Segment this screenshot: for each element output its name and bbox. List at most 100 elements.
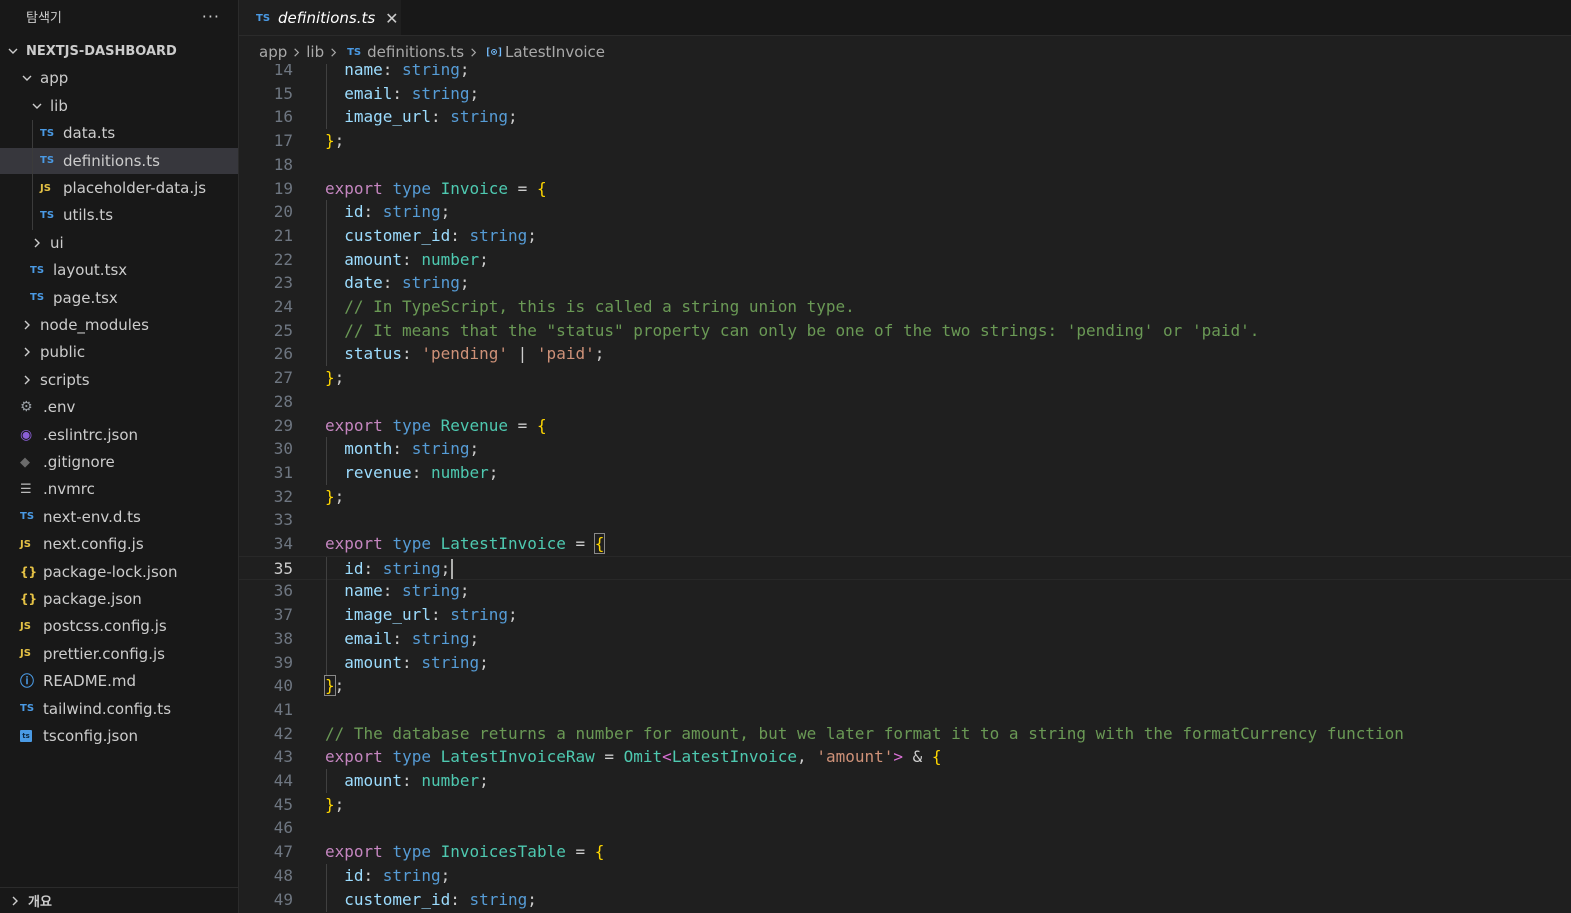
folder-item[interactable]: ui	[0, 230, 238, 256]
file-item[interactable]: TS tailwind.config.ts	[0, 696, 238, 722]
tree-item-label: scripts	[40, 370, 90, 389]
breadcrumb-file[interactable]: definitions.ts	[367, 43, 464, 61]
code-line[interactable]: 21 customer_id: string;	[239, 223, 1571, 248]
code-text: };	[325, 485, 344, 509]
code-line[interactable]: 39 amount: string;	[239, 650, 1571, 675]
close-icon[interactable]: ✕	[385, 9, 398, 28]
code-line[interactable]: 25 // It means that the "status" property…	[239, 318, 1571, 343]
code-line[interactable]: 46	[239, 816, 1571, 840]
code-line[interactable]: 32};	[239, 485, 1571, 509]
file-item[interactable]: ⚙ .env	[0, 394, 238, 420]
file-item[interactable]: ts tsconfig.json	[0, 723, 238, 749]
code-line[interactable]: 23 date: string;	[239, 271, 1571, 296]
file-item[interactable]: JS next.config.js	[0, 531, 238, 557]
code-token: {	[536, 178, 547, 198]
line-number: 39	[273, 652, 293, 672]
code-token: export	[325, 842, 383, 862]
code-token: :	[430, 605, 451, 625]
code-line[interactable]: 16 image_url: string;	[239, 105, 1571, 130]
folder-item[interactable]: app	[0, 65, 238, 91]
code-token: ;	[469, 439, 480, 459]
file-item[interactable]: TS utils.ts	[0, 202, 238, 228]
code-line[interactable]: 22 amount: number;	[239, 247, 1571, 272]
file-item[interactable]: TS page.tsx	[0, 285, 238, 311]
code-line[interactable]: 34 export type LatestInvoice = {	[239, 532, 1571, 556]
code-line[interactable]: 37 image_url: string;	[239, 603, 1571, 628]
tree-item-label: definitions.ts	[63, 151, 160, 170]
code-line[interactable]: 47 export type InvoicesTable = {	[239, 840, 1571, 864]
more-actions-button[interactable]: ···	[202, 7, 220, 26]
line-number: 24	[273, 297, 293, 316]
code-line[interactable]: 36 name: string;	[239, 579, 1571, 604]
file-item[interactable]: ⓘ README.md	[0, 668, 238, 694]
code-line[interactable]: 45};	[239, 793, 1571, 817]
code-token: ;	[459, 581, 470, 601]
typescript-file-icon: TS	[256, 12, 271, 24]
code-token: :	[382, 581, 403, 601]
code-token: }	[325, 368, 335, 388]
code-line[interactable]: 26 status: 'pending' | 'paid';	[239, 342, 1571, 367]
line-number: 48	[273, 865, 293, 885]
chevron-right-icon	[328, 47, 339, 58]
code-line[interactable]: 15 email: string;	[239, 81, 1571, 106]
folder-item[interactable]: public	[0, 339, 238, 365]
breadcrumb-app[interactable]: app	[259, 43, 287, 61]
file-item[interactable]: TS layout.tsx	[0, 257, 238, 283]
code-line[interactable]: 33	[239, 508, 1571, 532]
code-line[interactable]: 30 month: string;	[239, 437, 1571, 462]
file-item[interactable]: {} package.json	[0, 586, 238, 612]
code-token: number	[421, 249, 480, 269]
code-line[interactable]: 29 export type Revenue = {	[239, 414, 1571, 438]
code-line[interactable]: 43 export type LatestInvoiceRaw = Omit<La…	[239, 745, 1571, 769]
code-token: :	[392, 439, 412, 459]
code-line[interactable]: 18	[239, 153, 1571, 177]
code-text: export type LatestInvoice = {	[325, 532, 606, 556]
code-token: ;	[527, 225, 537, 245]
line-number: 25	[273, 320, 293, 340]
breadcrumb-symbol[interactable]: LatestInvoice	[505, 43, 605, 61]
file-item[interactable]: TS definitions.ts	[0, 147, 238, 174]
tab-definitions-ts[interactable]: TS definitions.ts ✕	[239, 0, 401, 35]
code-editor[interactable]: 14 name: string; 15 email: string; 16 image_u…	[239, 64, 1571, 913]
file-item[interactable]: JS postcss.config.js	[0, 613, 238, 639]
code-line[interactable]: 19 export type Invoice = {	[239, 177, 1571, 201]
file-item[interactable]: TS next-env.d.ts	[0, 504, 238, 530]
folder-item[interactable]: node_modules	[0, 312, 238, 338]
code-line[interactable]: 35 id: string;	[239, 555, 1571, 581]
indent-guide	[326, 650, 327, 675]
code-line[interactable]: 27};	[239, 366, 1571, 390]
code-line[interactable]: 38 email: string;	[239, 626, 1571, 651]
code-line[interactable]: 44 amount: number;	[239, 769, 1571, 793]
code-token: export	[325, 747, 383, 767]
code-line[interactable]: 28	[239, 390, 1571, 414]
file-item[interactable]: ◆ .gitignore	[0, 449, 238, 475]
outline-section[interactable]: 개요	[0, 887, 238, 913]
line-number: 32	[273, 486, 293, 506]
file-item[interactable]: ◉ .eslintrc.json	[0, 422, 238, 448]
file-item[interactable]: ☰ .nvmrc	[0, 476, 238, 502]
code-line[interactable]: 20 id: string;	[239, 200, 1571, 225]
code-line[interactable]: 40};	[239, 674, 1571, 698]
breadcrumb-lib[interactable]: lib	[306, 43, 324, 61]
indent-guide	[32, 120, 33, 230]
code-line[interactable]: 49 customer_id: string;	[239, 887, 1571, 912]
file-item[interactable]: TS data.ts	[0, 120, 238, 146]
code-text: // The database returns a number for amo…	[325, 722, 1404, 746]
code-token: :	[363, 865, 383, 885]
code-line[interactable]: 42 // The database returns a number for a…	[239, 722, 1571, 746]
code-line[interactable]: 31 revenue: number;	[239, 460, 1571, 485]
folder-item[interactable]: scripts	[0, 367, 238, 393]
file-item[interactable]: JS placeholder-data.js	[0, 175, 238, 201]
indent-guide	[326, 579, 327, 604]
folder-item[interactable]: lib	[0, 93, 238, 119]
code-token: :	[363, 202, 383, 222]
ts-file-icon: TS	[30, 264, 45, 276]
code-line[interactable]: 41	[239, 698, 1571, 722]
project-root[interactable]: NEXTJS-DASHBOARD	[0, 38, 238, 64]
file-item[interactable]: JS prettier.config.js	[0, 641, 238, 667]
file-item[interactable]: {} package-lock.json	[0, 559, 238, 585]
code-line[interactable]: 48 id: string;	[239, 863, 1571, 888]
code-line[interactable]: 24 // In TypeScript, this is called a str…	[239, 295, 1571, 319]
code-line[interactable]: 17};	[239, 129, 1571, 153]
code-line[interactable]: 14 name: string;	[239, 64, 1571, 82]
